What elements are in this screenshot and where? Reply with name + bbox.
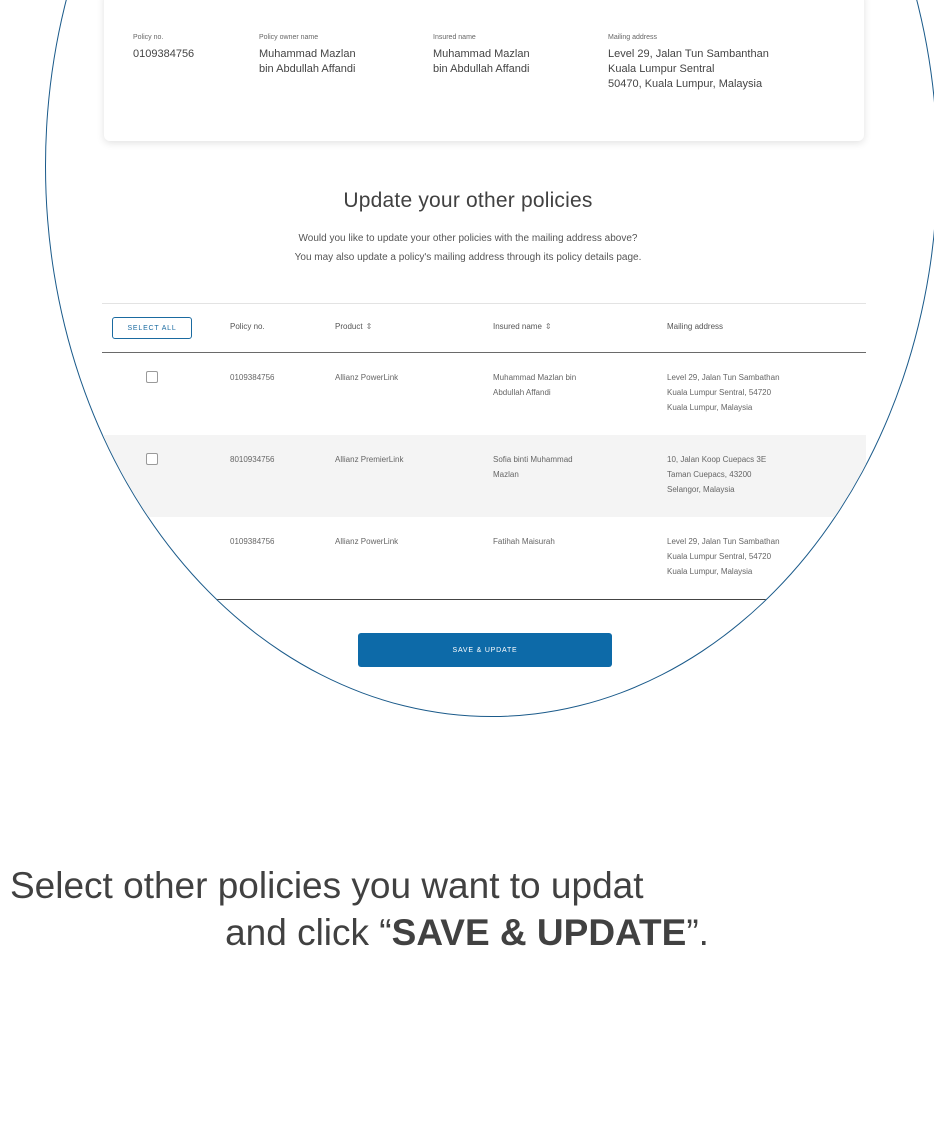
policy-info-card: Policy no. 0109384756 Policy owner name … [104,0,864,141]
mailing-value: Level 29, Jalan Tun Sambanthan Kuala Lum… [608,48,769,90]
section-description: Would you like to update your other poli… [46,229,934,267]
cell-insured: Sofia binti Muhammad Mazlan [493,455,573,479]
cell-policy-no: 0109384756 [230,537,275,546]
cell-product: Allianz PowerLink [335,537,399,546]
header-insured[interactable]: Insured name ⇕ [493,322,552,331]
owner-value: Muhammad Mazlan bin Abdullah Affandi [259,48,356,75]
caption-line2: and click “SAVE & UPDATE”. [0,909,934,956]
caption-button-name: SAVE & UPDATE [391,912,687,953]
table-header: SELECT ALL Policy no. Product ⇕ Insured n… [102,303,866,353]
caption-line1: Select other policies you want to updat [10,865,644,906]
insured-label: Insured name [433,34,476,41]
header-product-label: Product [335,322,363,331]
cell-mailing: Level 29, Jalan Tun Sambathan Kuala Lump… [667,537,780,576]
owner-label: Policy owner name [259,34,319,41]
row-checkbox[interactable] [146,535,158,547]
cell-insured: Muhammad Mazlan bin Abdullah Affandi [493,373,577,397]
cell-product: Allianz PremierLink [335,455,404,464]
policy-no-info: Policy no. 0109384756 [133,33,194,62]
section-desc-line2: You may also update a policy's mailing a… [294,252,642,263]
header-insured-label: Insured name [493,322,542,331]
insured-info: Insured name Muhammad Mazlan bin Abdulla… [433,33,530,77]
policy-no-label: Policy no. [133,34,164,41]
insured-value: Muhammad Mazlan bin Abdullah Affandi [433,48,530,75]
policy-no-value: 0109384756 [133,48,195,60]
header-product[interactable]: Product ⇕ [335,322,372,331]
caption-line2-post: ”. [686,912,709,953]
cell-policy-no: 0109384756 [230,373,275,382]
sort-icon[interactable]: ⇕ [366,322,373,331]
row-checkbox[interactable] [146,371,158,383]
policies-table: SELECT ALL Policy no. Product ⇕ Insured n… [102,303,866,600]
zoomed-ui: Policy no. 0109384756 Policy owner name … [46,0,934,716]
header-mailing: Mailing address [667,322,724,331]
cell-mailing: Level 29, Jalan Tun Sambathan Kuala Lump… [667,373,780,412]
magnifier-lens: Policy no. 0109384756 Policy owner name … [45,0,934,717]
save-update-button[interactable]: SAVE & UPDATE [358,633,612,667]
mailing-info: Mailing address Level 29, Jalan Tun Samb… [608,33,769,92]
sort-icon[interactable]: ⇕ [545,322,552,331]
cell-policy-no: 8010934756 [230,455,275,464]
cell-mailing: 10, Jalan Koop Cuepacs 3E Taman Cuepacs,… [667,455,767,494]
owner-info: Policy owner name Muhammad Mazlan bin Ab… [259,33,356,77]
table-row: 0109384756 Allianz PowerLink Fatihah Mai… [102,517,866,600]
cell-insured: Fatihah Maisurah [493,537,555,546]
table-row: 8010934756 Allianz PremierLink Sofia bin… [102,435,866,517]
header-policy-no: Policy no. [230,322,265,331]
caption-line2-pre: and click “ [225,912,392,953]
instruction-caption: Select other policies you want to updat … [0,862,934,956]
cell-product: Allianz PowerLink [335,373,399,382]
mailing-label: Mailing address [608,34,658,41]
section-title: Update your other policies [343,189,593,212]
row-checkbox[interactable] [146,453,158,465]
section-desc-line1: Would you like to update your other poli… [298,233,638,244]
select-all-button[interactable]: SELECT ALL [112,317,192,339]
table-row: 0109384756 Allianz PowerLink Muhammad Ma… [102,353,866,435]
